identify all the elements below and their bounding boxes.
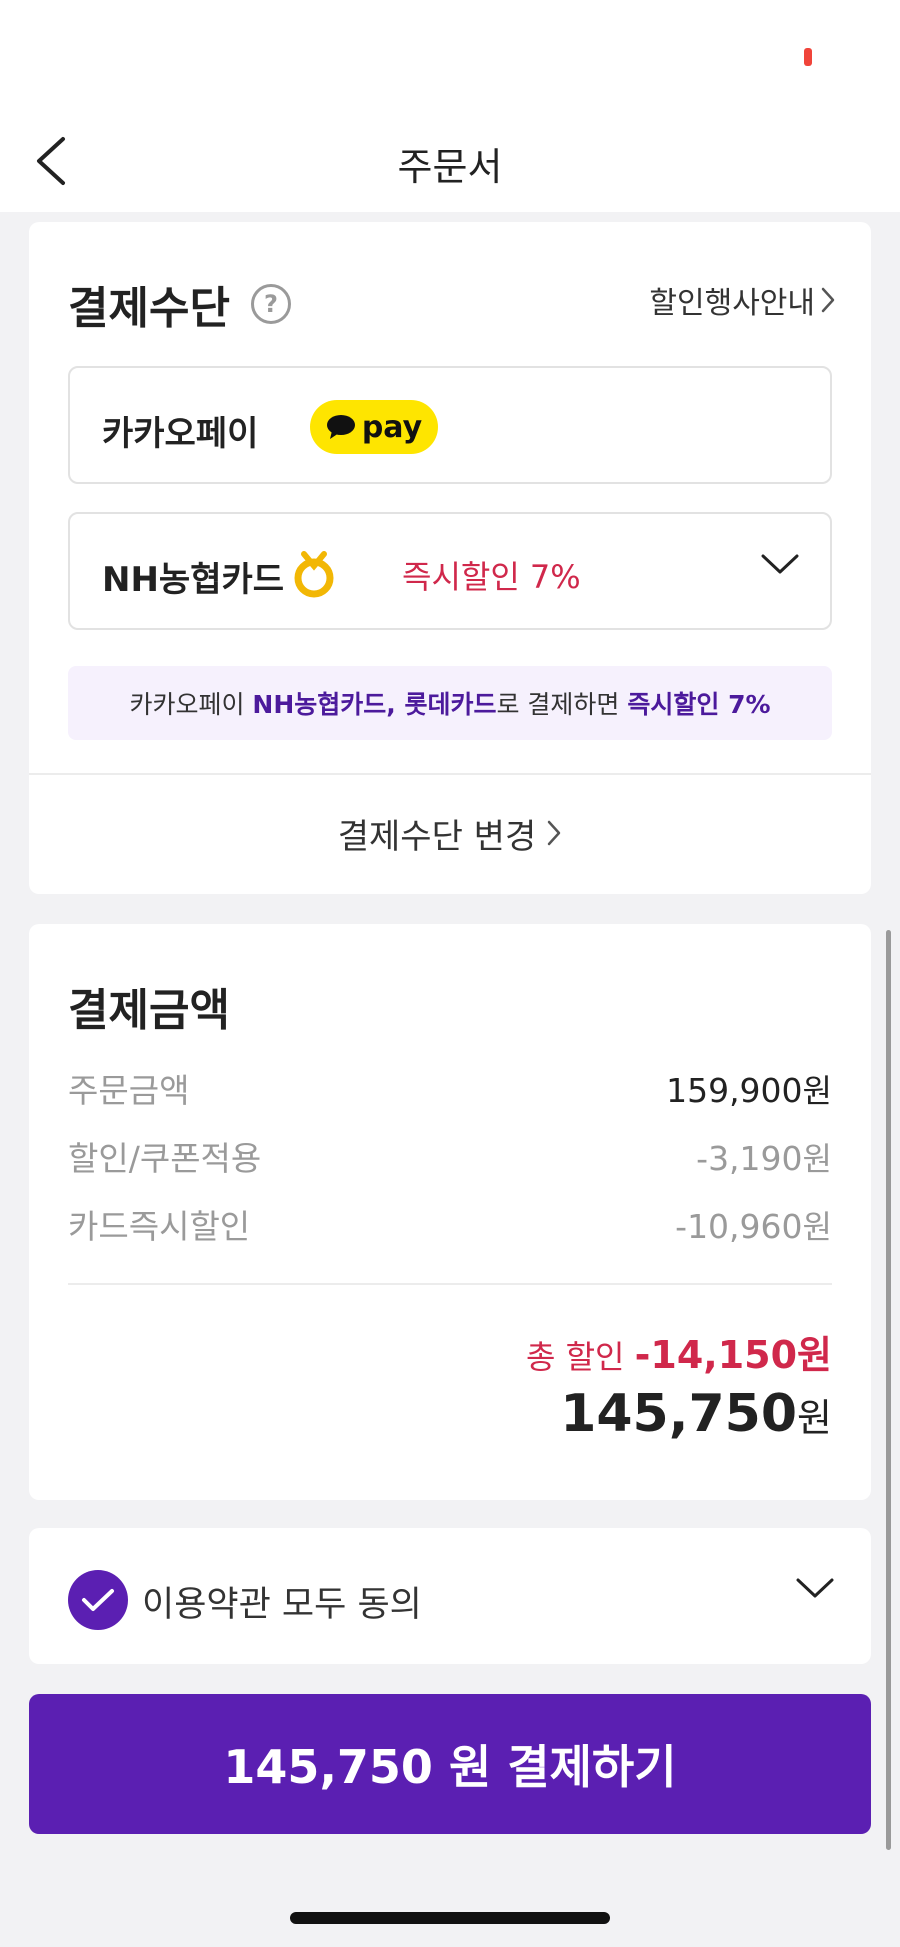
- final-amount: 145,750원: [560, 1384, 832, 1444]
- coupon-discount-value: -3,190원: [696, 1139, 832, 1178]
- help-icon[interactable]: ?: [251, 284, 291, 324]
- payment-method-section: 결제수단 ? 할인행사안내 카카오페이 pay NH농협카드 즉시할인 7% 카…: [29, 222, 871, 894]
- checkmark-icon: [82, 1589, 114, 1611]
- header: 주문서: [0, 110, 900, 212]
- order-amount-value: 159,900원: [666, 1071, 832, 1110]
- agree-all-checkbox[interactable]: [68, 1570, 128, 1630]
- kakaopay-badge-text: pay: [361, 409, 423, 445]
- kakaopay-badge: pay: [310, 400, 438, 454]
- chevron-down-icon: [761, 554, 799, 574]
- nh-card-logo-icon: [294, 551, 334, 598]
- pay-button[interactable]: 145,750 원 결제하기: [29, 1694, 871, 1834]
- speech-bubble-icon: [326, 415, 355, 439]
- discount-info-banner: 카카오페이 NH농협카드, 롯데카드 로 결제하면 즉시할인 7%: [68, 666, 832, 740]
- order-amount-row: 주문금액 159,900원: [68, 1064, 832, 1112]
- coupon-discount-row: 할인/쿠폰적용 -3,190원: [68, 1132, 832, 1180]
- chevron-down-icon[interactable]: [795, 1576, 835, 1600]
- agree-all-label: 이용약관 모두 동의: [142, 1585, 422, 1625]
- banner-middle: 로 결제하면: [496, 690, 628, 719]
- chevron-right-icon: [548, 820, 561, 846]
- chevron-right-icon: [821, 287, 835, 313]
- coupon-discount-label: 할인/쿠폰적용: [68, 1139, 262, 1178]
- banner-cards: NH농협카드, 롯데카드: [252, 690, 497, 719]
- kakaopay-option[interactable]: 카카오페이 pay: [68, 366, 832, 484]
- change-payment-method-button[interactable]: 결제수단 변경: [29, 775, 871, 891]
- card-name: NH농협카드: [102, 560, 285, 600]
- card-discount-value: -10,960원: [675, 1207, 832, 1246]
- scrollbar[interactable]: [886, 930, 891, 1850]
- kakaopay-label: 카카오페이: [102, 414, 259, 454]
- banner-highlight: 즉시할인 7%: [627, 690, 771, 719]
- page-title: 주문서: [397, 145, 503, 189]
- recording-indicator: [804, 48, 812, 66]
- terms-agreement[interactable]: 이용약관 모두 동의: [29, 1528, 871, 1664]
- total-discount: 총 할인 -14,150원: [526, 1324, 832, 1379]
- order-amount-label: 주문금액: [68, 1071, 190, 1110]
- discount-event-label: 할인행사안내: [649, 286, 815, 321]
- card-discount-row: 카드즉시할인 -10,960원: [68, 1200, 832, 1248]
- card-select[interactable]: NH농협카드 즉시할인 7%: [68, 512, 832, 630]
- card-discount-label: 카드즉시할인: [68, 1207, 251, 1246]
- total-discount-value: -14,150원: [634, 1333, 832, 1377]
- bottom-safe-area: [0, 1866, 900, 1947]
- payment-method-title: 결제수단: [68, 283, 230, 334]
- final-amount-unit: 원: [797, 1396, 832, 1440]
- home-indicator[interactable]: [290, 1912, 610, 1924]
- instant-discount-label: 즉시할인 7%: [402, 558, 581, 596]
- change-payment-label: 결제수단 변경: [337, 816, 537, 857]
- total-discount-label: 총 할인: [525, 1338, 625, 1376]
- final-amount-value: 145,750: [560, 1384, 798, 1444]
- discount-event-link[interactable]: 할인행사안내: [649, 278, 835, 322]
- payment-amount-section: 결제금액 주문금액 159,900원 할인/쿠폰적용 -3,190원 카드즉시할…: [29, 924, 871, 1500]
- banner-prefix: 카카오페이: [129, 690, 253, 719]
- status-bar: [0, 0, 900, 110]
- payment-amount-title: 결제금액: [68, 985, 230, 1036]
- divider: [68, 1283, 832, 1285]
